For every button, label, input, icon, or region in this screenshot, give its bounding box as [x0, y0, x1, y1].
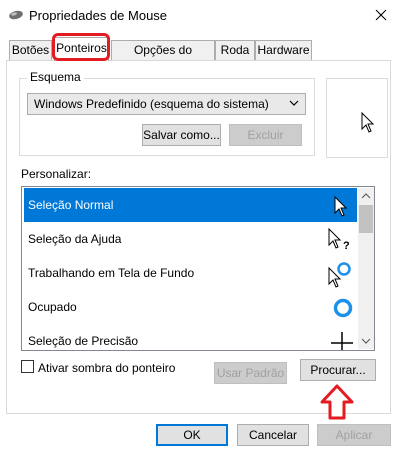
- delete-button[interactable]: Excluir: [229, 124, 302, 146]
- shadow-label: Ativar sombra do ponteiro: [38, 361, 176, 375]
- red-arrow-annotation: [320, 384, 354, 420]
- cancel-button[interactable]: Cancelar: [237, 424, 309, 446]
- tab-roda[interactable]: Roda: [215, 40, 255, 60]
- chevron-up-icon[interactable]: [358, 188, 374, 204]
- chevron-down-icon[interactable]: [358, 333, 374, 349]
- list-item-label: Ocupado: [28, 300, 77, 314]
- svg-text:?: ?: [343, 240, 350, 252]
- vertical-scrollbar[interactable]: [358, 188, 374, 349]
- list-item[interactable]: Seleção de Precisão: [24, 324, 357, 350]
- close-button[interactable]: [368, 2, 394, 28]
- apply-button[interactable]: Aplicar: [317, 424, 391, 446]
- cursor-list[interactable]: Seleção Normal Seleção da Ajuda ? Trabal…: [21, 186, 375, 351]
- scheme-dropdown-value: Windows Predefinido (esquema do sistema): [34, 97, 269, 111]
- help-cursor-icon: ?: [328, 227, 350, 252]
- shadow-checkbox[interactable]: [21, 360, 34, 373]
- mouse-icon: [9, 10, 23, 20]
- use-default-button[interactable]: Usar Padrão: [214, 362, 287, 384]
- list-item[interactable]: Trabalhando em Tela de Fundo: [24, 256, 357, 290]
- list-item[interactable]: Seleção Normal: [24, 188, 357, 222]
- list-item[interactable]: Seleção da Ajuda ?: [24, 222, 357, 256]
- title-bar: Propriedades de Mouse: [0, 0, 395, 30]
- save-as-button[interactable]: Salvar como...: [142, 124, 221, 146]
- list-item-label: Seleção da Ajuda: [28, 232, 122, 246]
- tab-botoes[interactable]: Botões: [9, 40, 52, 60]
- tab-hardware[interactable]: Hardware: [255, 40, 312, 60]
- ok-button[interactable]: OK: [156, 424, 228, 446]
- window-title: Propriedades de Mouse: [29, 8, 168, 23]
- list-item-label: Seleção de Precisão: [28, 334, 139, 348]
- list-item-label: Trabalhando em Tela de Fundo: [28, 266, 195, 280]
- close-icon: [375, 9, 387, 21]
- precision-cursor-icon: [331, 332, 353, 350]
- list-item[interactable]: Ocupado: [24, 290, 357, 324]
- scheme-group-label: Esquema: [27, 70, 84, 84]
- scheme-dropdown[interactable]: Windows Predefinido (esquema do sistema): [27, 93, 306, 115]
- cursor-preview: [326, 78, 388, 158]
- busy-cursor-icon: [333, 298, 353, 318]
- chevron-down-icon: [289, 100, 299, 106]
- tab-ponteiros[interactable]: Ponteiros: [54, 37, 109, 61]
- scroll-thumb[interactable]: [359, 205, 373, 233]
- working-cursor-icon: [328, 262, 351, 288]
- customize-label: Personalizar:: [21, 167, 92, 181]
- tab-opcoes-do-ponteiro[interactable]: Opções do Ponteiro: [111, 40, 215, 76]
- arrow-cursor-icon: [361, 112, 375, 133]
- list-item-label: Seleção Normal: [28, 198, 114, 212]
- arrow-cursor-icon: [334, 195, 348, 217]
- browse-button[interactable]: Procurar...: [300, 359, 376, 381]
